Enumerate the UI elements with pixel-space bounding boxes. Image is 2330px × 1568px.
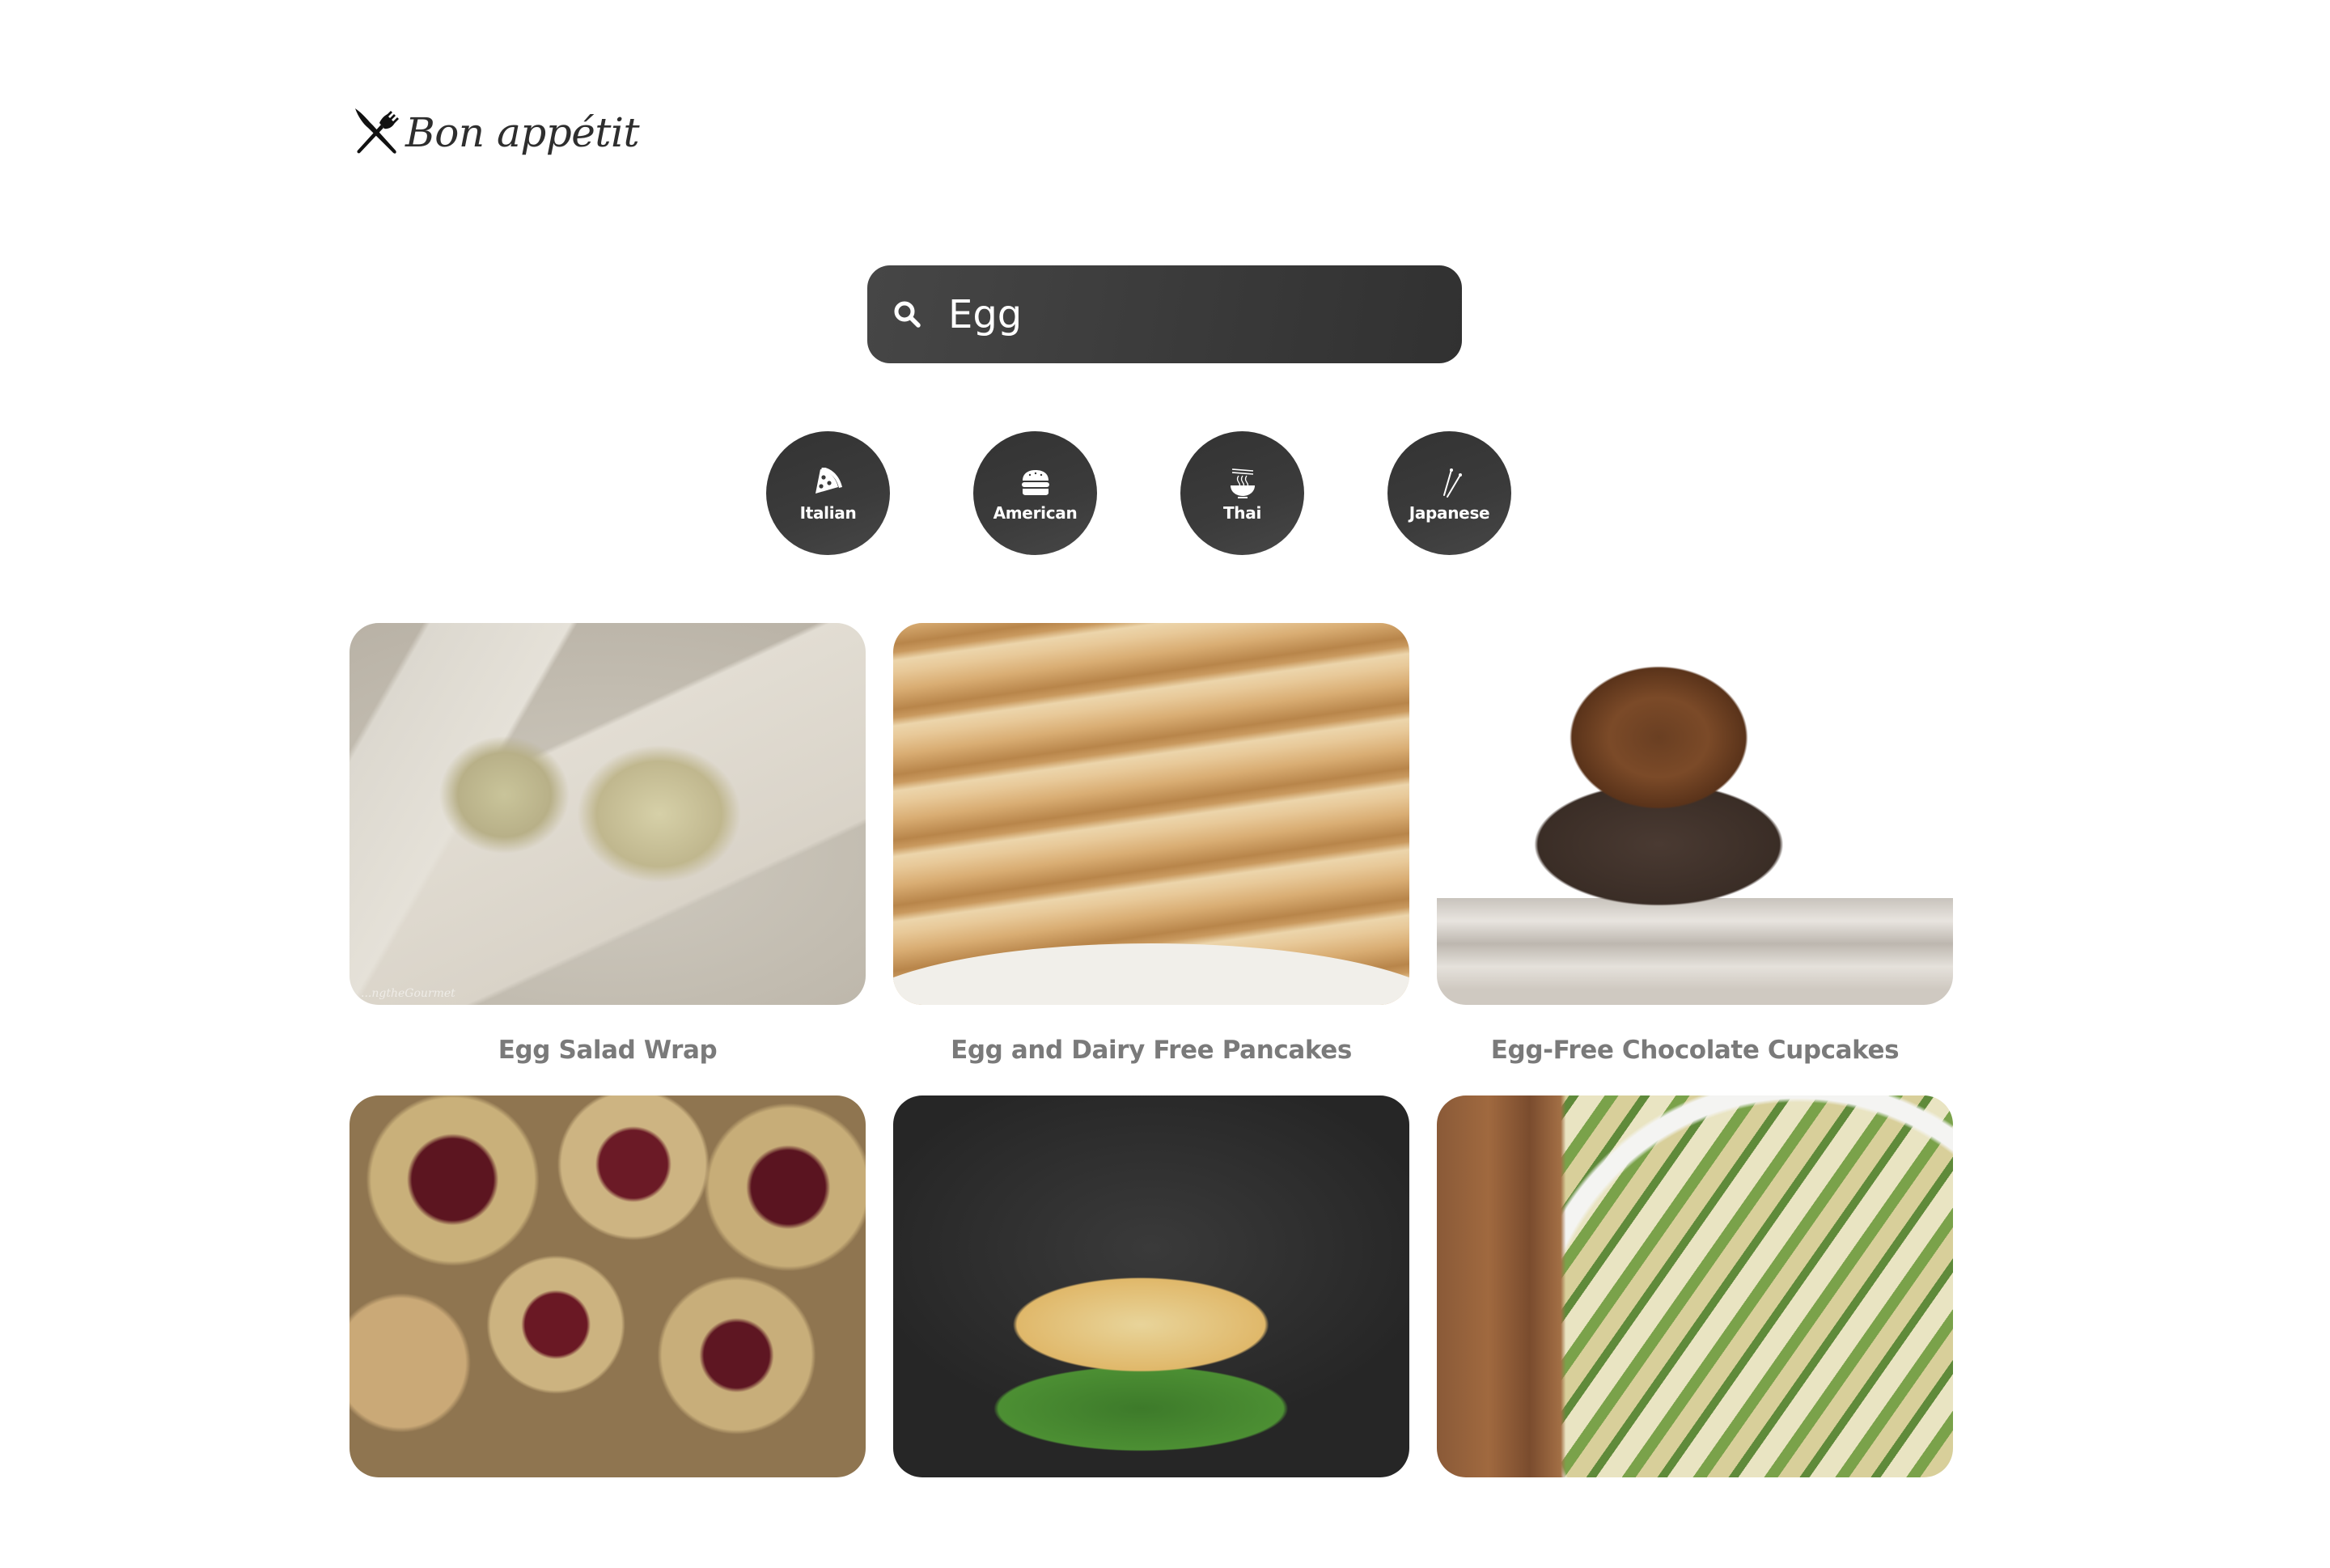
category-italian-button[interactable]: Italian	[766, 431, 890, 555]
recipe-title[interactable]: Egg and Dairy Free Pancakes	[951, 1005, 1352, 1095]
recipe-card[interactable]	[1437, 1095, 1953, 1568]
brand-name: Bon appétit	[405, 109, 640, 156]
pizza-slice-icon	[815, 467, 842, 494]
category-label: American	[993, 502, 1078, 523]
recipe-grid: ...ngtheGourmet Egg Salad Wrap Egg and D…	[350, 623, 1953, 1568]
brand-logo[interactable]: Bon appétit	[352, 102, 640, 160]
category-american-button[interactable]: American	[973, 431, 1097, 555]
chopsticks-icon	[1442, 468, 1462, 498]
recipe-image[interactable]	[350, 1095, 866, 1477]
burger-icon	[1021, 469, 1049, 495]
recipe-title[interactable]: Egg-Free Chocolate Cupcakes	[1491, 1005, 1900, 1095]
search-input[interactable]	[948, 282, 1434, 347]
category-label: Japanese	[1409, 502, 1490, 523]
recipe-image[interactable]	[1437, 623, 1953, 1005]
recipe-card[interactable]	[350, 1095, 866, 1568]
search-icon[interactable]	[893, 300, 922, 329]
recipe-image[interactable]: ...ngtheGourmet	[350, 623, 866, 1005]
search-bar[interactable]	[867, 265, 1462, 363]
recipe-image[interactable]	[1437, 1095, 1953, 1477]
noodle-bowl-icon	[1230, 468, 1255, 498]
category-filters: Italian American Thai Japanese	[766, 431, 1511, 555]
recipe-card[interactable]: Egg-Free Chocolate Cupcakes	[1437, 623, 1953, 1095]
category-japanese-button[interactable]: Japanese	[1387, 431, 1511, 555]
recipe-image[interactable]	[893, 1095, 1409, 1477]
recipe-title[interactable]: Egg Salad Wrap	[498, 1005, 718, 1095]
fork-knife-icon	[355, 108, 399, 154]
recipe-card[interactable]	[893, 1095, 1409, 1568]
category-label: Italian	[799, 502, 857, 523]
category-thai-button[interactable]: Thai	[1180, 431, 1304, 555]
recipe-card[interactable]: ...ngtheGourmet Egg Salad Wrap	[350, 623, 866, 1095]
image-watermark: ...ngtheGourmet	[361, 987, 455, 1000]
category-label: Thai	[1222, 502, 1262, 523]
recipe-card[interactable]: Egg and Dairy Free Pancakes	[893, 623, 1409, 1095]
recipe-image[interactable]	[893, 623, 1409, 1005]
